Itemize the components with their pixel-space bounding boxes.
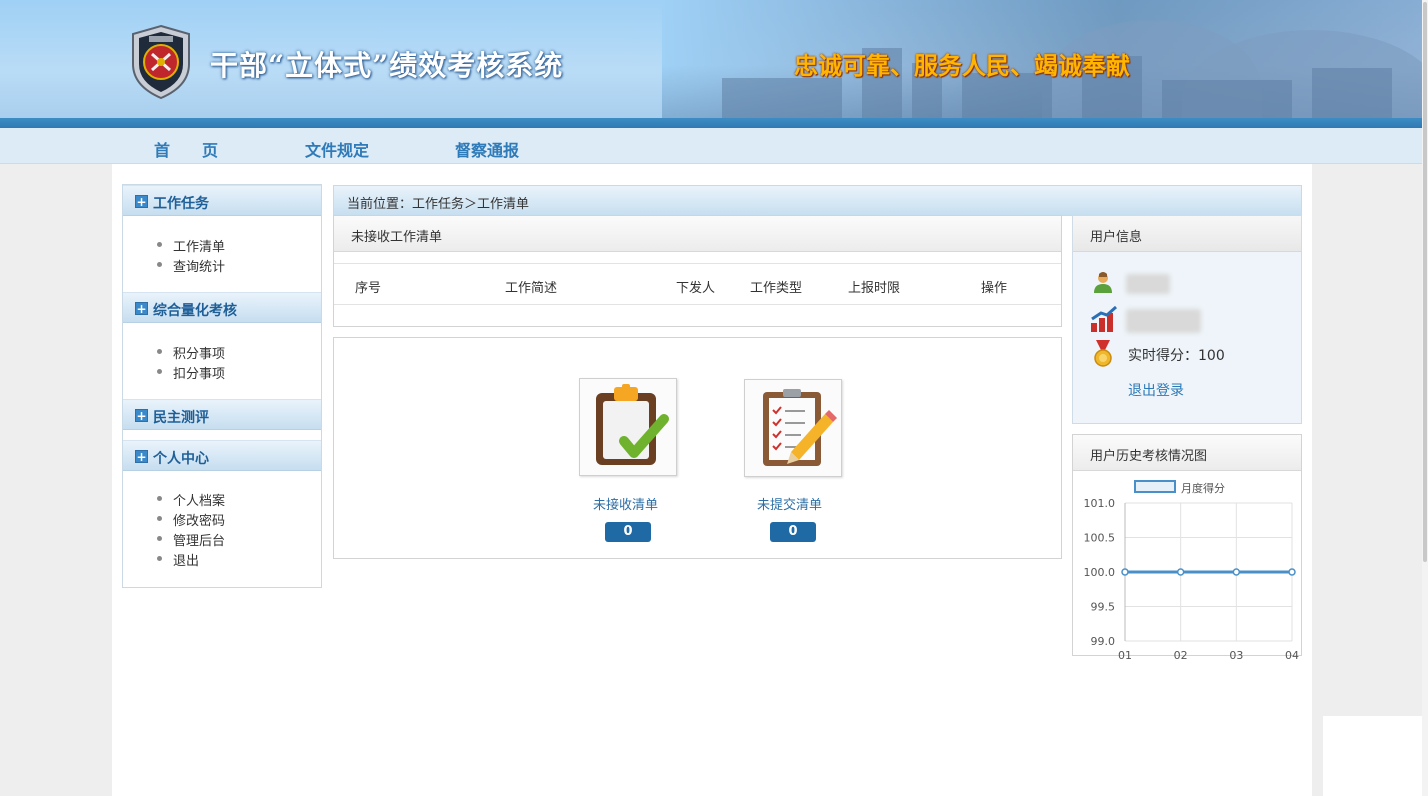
panel-title: 用户信息 [1090,230,1143,245]
banner-divider [0,118,1422,128]
unsubmitted-count-badge: 0 [770,522,816,542]
page-background [1323,716,1422,796]
sidebar-section-work-tasks[interactable]: + 工作任务 [123,185,321,216]
legend-swatch [1134,480,1176,493]
expand-icon: + [135,450,148,464]
slogan-text: 忠诚可靠、服务人民、竭诚奉献 [794,51,1130,80]
sidebar-section-title: 工作任务 [153,196,209,212]
history-chart-panel: 用户历史考核情况图 月度得分 101.0 100.5 100.0 99.5 99.0 01 0… [1072,434,1302,662]
nav-inspection-reports[interactable]: 督察通报 [455,137,519,161]
column-header: 工作类型 [750,281,803,296]
sidebar-section-quantitative-assessment[interactable]: + 综合量化考核 [123,292,321,323]
system-title: 干部“立体式”绩效考核系统 [210,49,564,82]
x-tick-label: 01 [1118,649,1132,662]
unreceived-list-label[interactable]: 未接收清单 [593,494,658,513]
y-tick-label: 100.5 [1084,532,1116,545]
unsubmitted-list-label[interactable]: 未提交清单 [757,494,822,513]
column-header: 下发人 [676,281,716,296]
sidebar-link-deduction-items[interactable]: 扣分事项 [157,363,225,382]
unreceived-count-badge: 0 [605,522,651,542]
page-scrollbar[interactable] [1422,0,1428,796]
unreceived-list-tile[interactable] [579,378,677,476]
column-header: 序号 [355,281,382,296]
history-line-chart: 月度得分 101.0 100.5 100.0 99.5 99.001 02 03 04 [1084,480,1299,662]
redacted-username [1126,274,1170,294]
y-tick-label: 99.0 [1091,635,1116,648]
sidebar-section-democratic-evaluation[interactable]: + 民主测评 [123,399,321,430]
sidebar-link-bonus-items[interactable]: 积分事项 [157,343,225,362]
panel-header: 未接收工作清单 [334,216,1061,252]
bullet-icon [157,262,162,267]
top-navigation: 首 页 文件规定 督察通报 [0,128,1422,164]
panel-header: 用户历史考核情况图 [1073,435,1301,471]
data-point [1232,568,1241,576]
data-point [1288,568,1296,576]
checklist-pencil-icon [763,389,837,466]
data-point [1176,568,1185,576]
realtime-score: 实时得分：100 [1128,348,1225,364]
x-tick-label: 02 [1174,649,1188,662]
data-point [1121,568,1129,576]
bullet-icon [157,516,162,521]
task-stats-panel: 未接收清单 0 未提交清单 0 [333,337,1062,559]
police-emblem-logo [132,24,190,100]
bullet-icon [157,496,162,501]
bullet-icon [157,242,162,247]
expand-icon: + [135,195,148,209]
y-tick-label: 100.0 [1084,566,1116,579]
panel-title: 未接收工作清单 [351,230,443,245]
sidebar-section-title: 综合量化考核 [153,303,237,319]
sidebar-section-personal-center[interactable]: + 个人中心 [123,440,321,471]
bullet-icon [157,536,162,541]
nav-home[interactable]: 首 页 [154,137,218,161]
sidebar-link-exit[interactable]: 退出 [157,550,199,569]
y-tick-label: 101.0 [1084,497,1116,510]
breadcrumb: 当前位置：工作任务＞工作清单 [333,185,1302,216]
panel-title: 用户历史考核情况图 [1090,449,1208,464]
sidebar-link-admin-backend[interactable]: 管理后台 [157,530,225,549]
bullet-icon [157,349,162,354]
panel-header: 用户信息 [1073,216,1301,252]
column-header: 操作 [981,281,1008,296]
user-info-panel: 用户信息 实时得分：100 退出登录 [1072,215,1302,424]
redacted-department [1126,309,1201,333]
nav-regulations[interactable]: 文件规定 [305,137,369,161]
sidebar: + 工作任务 工作清单 查询统计 + 综合量化考核 积分事项 扣分事项 + 民主… [122,184,322,588]
bullet-icon [157,369,162,374]
sidebar-link-work-list[interactable]: 工作清单 [157,236,225,255]
task-table-header: 序号 工作简述 下发人 工作类型 上报时限 操作 [334,263,1061,305]
scrollbar-thumb[interactable] [1423,2,1427,562]
sidebar-section-title: 个人中心 [153,451,209,467]
breadcrumb-text: 当前位置：工作任务＞工作清单 [347,197,530,212]
bullet-icon [157,556,162,561]
column-header: 工作简述 [505,281,558,296]
x-tick-label: 03 [1229,649,1243,662]
expand-icon: + [135,302,148,316]
column-header: 上报时限 [848,281,901,296]
medal-icon [1094,340,1112,367]
header-banner: 干部“立体式”绩效考核系统 忠诚可靠、服务人民、竭诚奉献 [0,0,1422,118]
unreceived-task-panel: 未接收工作清单 序号 工作简述 下发人 工作类型 上报时限 操作 [333,215,1062,327]
expand-icon: + [135,409,148,423]
sidebar-link-query-stats[interactable]: 查询统计 [157,256,225,275]
unsubmitted-list-tile[interactable] [744,379,842,477]
user-icon [1094,272,1112,293]
legend-label: 月度得分 [1181,481,1225,495]
y-tick-label: 99.5 [1091,601,1116,614]
logout-link[interactable]: 退出登录 [1128,380,1184,400]
sidebar-section-title: 民主测评 [153,410,209,426]
rank-chart-icon [1091,305,1117,332]
x-tick-label: 04 [1285,649,1299,662]
sidebar-link-change-password[interactable]: 修改密码 [157,510,225,529]
clipboard-check-icon [596,384,669,465]
sidebar-link-personal-profile[interactable]: 个人档案 [157,490,225,509]
